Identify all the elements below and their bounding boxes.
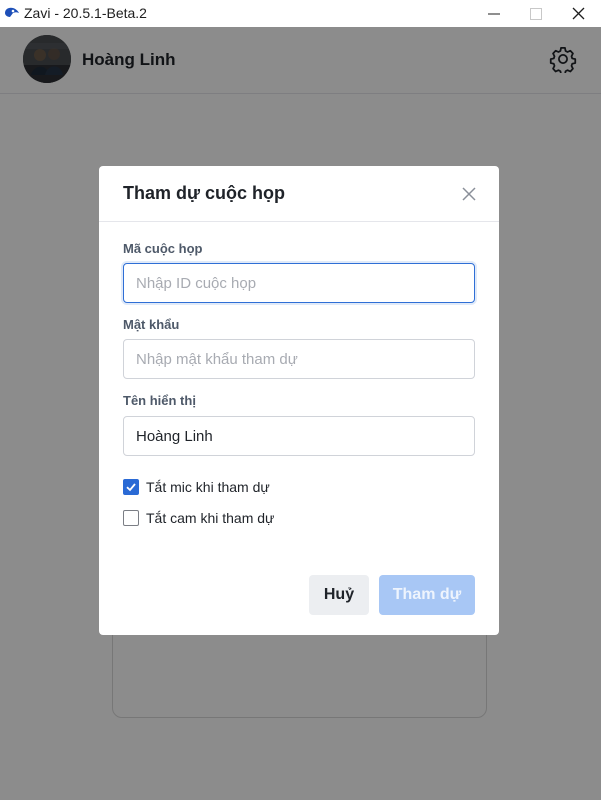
mute-cam-option[interactable]: Tắt cam khi tham dự [123, 510, 274, 526]
meeting-id-label: Mã cuộc họp [123, 241, 203, 256]
join-button[interactable]: Tham dự [379, 575, 475, 615]
cancel-button[interactable]: Huỷ [309, 575, 369, 615]
password-label: Mật khẩu [123, 317, 180, 332]
maximize-icon [530, 7, 542, 20]
password-input[interactable] [123, 339, 475, 379]
display-name-input[interactable] [123, 416, 475, 456]
meeting-id-input[interactable] [123, 263, 475, 303]
modal-header: Tham dự cuộc họp [99, 166, 499, 222]
mute-cam-label: Tắt cam khi tham dự [146, 510, 275, 526]
zavi-logo-icon [4, 6, 20, 20]
mute-mic-label: Tắt mic khi tham dự [146, 479, 270, 495]
modal-close-button[interactable] [459, 184, 479, 204]
join-meeting-modal: Tham dự cuộc họp Mã cuộc họp Mật khẩu Tê… [99, 166, 499, 635]
checkmark-icon [126, 483, 136, 492]
minimize-button[interactable] [474, 0, 514, 27]
display-name-label: Tên hiển thị [123, 393, 196, 408]
minimize-icon [488, 13, 500, 14]
window-titlebar: Zavi - 20.5.1-Beta.2 [0, 0, 601, 27]
mute-mic-option[interactable]: Tắt mic khi tham dự [123, 479, 270, 495]
maximize-button[interactable] [516, 0, 556, 27]
close-icon [462, 187, 476, 201]
close-icon [572, 7, 584, 20]
mute-mic-checkbox[interactable] [123, 479, 139, 495]
mute-cam-checkbox[interactable] [123, 510, 139, 526]
modal-title: Tham dự cuộc họp [123, 183, 286, 203]
window-title: Zavi - 20.5.1-Beta.2 [24, 5, 147, 21]
window-close-button[interactable] [558, 0, 598, 27]
